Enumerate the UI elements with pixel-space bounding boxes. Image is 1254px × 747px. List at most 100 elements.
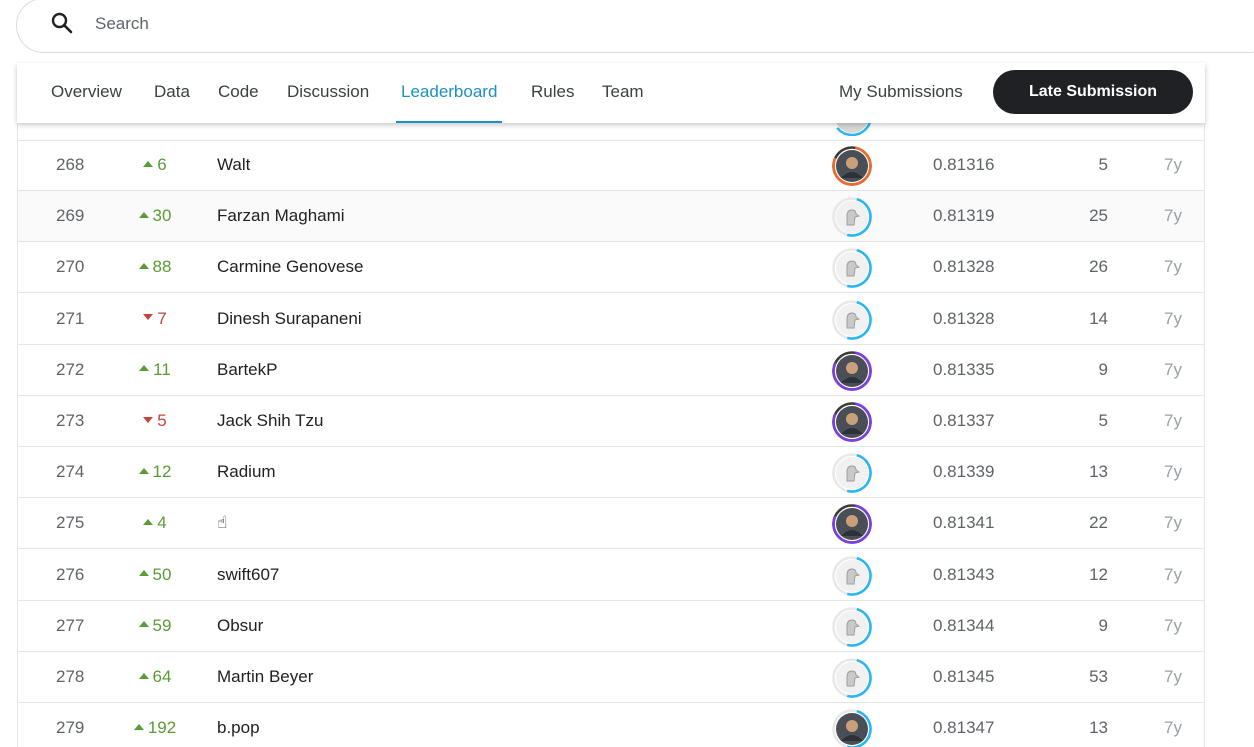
arrow-up-icon: [138, 467, 149, 474]
team-name-link[interactable]: Dinesh Surapaneni: [217, 309, 362, 329]
rank-change-value: 5: [157, 411, 167, 430]
last-submission-cell: 7y: [1164, 359, 1182, 379]
score-cell: 0.81328: [933, 257, 995, 277]
rank-change-value: 11: [153, 359, 171, 379]
table-row[interactable]: 279 192 b.pop 0.81347 13 7y: [18, 703, 1204, 747]
score-cell: 0.81343: [933, 564, 995, 584]
team-name-link[interactable]: Carmine Genovese: [217, 257, 363, 277]
leaderboard-table: 268 6 Walt 0.81316 5 7y 269 30 Farzan Maghami 0.8…: [17, 96, 1205, 747]
tab-overview[interactable]: Overview: [51, 63, 122, 121]
rank-change-value: 50: [152, 564, 172, 584]
photo-avatar[interactable]: [832, 504, 872, 545]
entries-cell: 53: [1089, 667, 1108, 686]
arrow-up-icon: [138, 211, 149, 218]
rank-change-value: 64: [152, 667, 172, 686]
last-submission-cell: 7y: [1164, 155, 1182, 174]
entries-cell: 9: [1098, 359, 1108, 379]
tab-rules[interactable]: Rules: [531, 63, 574, 121]
table-row[interactable]: 275 4 ☝ 0.81341 22 7y: [18, 498, 1204, 550]
default-avatar[interactable]: [832, 658, 872, 698]
default-avatar[interactable]: [832, 555, 872, 596]
search-bar[interactable]: [16, 0, 1254, 53]
rank-change: 11: [130, 360, 180, 380]
rank-cell: 275: [56, 513, 85, 533]
arrow-up-icon: [133, 723, 144, 730]
score-cell: 0.81328: [933, 308, 995, 328]
search-icon[interactable]: [50, 11, 74, 35]
rank-change: 5: [130, 411, 180, 431]
last-submission-cell: 7y: [1164, 615, 1182, 635]
rank-cell: 272: [56, 359, 85, 379]
last-submission-cell: 7y: [1164, 206, 1182, 226]
score-cell: 0.81337: [933, 411, 995, 430]
table-row[interactable]: 273 5 Jack Shih Tzu 0.81337 5 7y: [18, 396, 1204, 447]
table-row[interactable]: 272 11 BartekP 0.81335 9 7y: [18, 345, 1204, 396]
score-cell: 0.81319: [933, 206, 995, 226]
rank-change: 50: [130, 565, 180, 585]
tab-data[interactable]: Data: [154, 63, 190, 121]
team-name-link[interactable]: BartekP: [217, 360, 277, 380]
rank-change: 59: [130, 616, 180, 636]
tab-leaderboard[interactable]: Leaderboard: [396, 63, 503, 123]
rank-change: 88: [130, 257, 180, 277]
photo-avatar[interactable]: [832, 146, 872, 186]
arrow-up-icon: [139, 365, 150, 372]
last-submission-cell: 7y: [1164, 308, 1182, 328]
late-submission-button[interactable]: Late Submission: [993, 70, 1193, 114]
rank-change-value: 192: [147, 718, 177, 738]
team-name-link[interactable]: Radium: [217, 462, 276, 482]
my-submissions-link[interactable]: My Submissions: [839, 63, 963, 121]
table-row[interactable]: 276 50 swift607 0.81343 12 7y: [18, 550, 1204, 601]
rank-change: 12: [130, 462, 180, 482]
rank-cell: 279: [56, 718, 85, 738]
tab-team[interactable]: Team: [602, 63, 644, 121]
table-row[interactable]: 271 7 Dinesh Surapaneni 0.81328 14 7y: [18, 294, 1204, 345]
arrow-down-icon: [143, 314, 154, 321]
tab-code[interactable]: Code: [218, 63, 259, 121]
team-name-link[interactable]: Obsur: [217, 616, 263, 636]
last-submission-cell: 7y: [1164, 257, 1182, 277]
rank-change: 30: [130, 206, 180, 226]
team-name-link[interactable]: Farzan Maghami: [217, 206, 345, 226]
arrow-up-icon: [143, 518, 154, 525]
default-avatar[interactable]: [832, 299, 872, 340]
tab-discussion[interactable]: Discussion: [287, 63, 369, 121]
team-name-link[interactable]: b.pop: [217, 718, 260, 738]
table-row[interactable]: 277 59 Obsur 0.81344 9 7y: [18, 601, 1204, 652]
table-row[interactable]: 274 12 Radium 0.81339 13 7y: [18, 447, 1204, 499]
rank-change-value: 6: [157, 155, 167, 174]
rank-change-value: 30: [152, 206, 172, 226]
last-submission-cell: 7y: [1164, 462, 1182, 482]
team-name-link[interactable]: Walt: [217, 155, 250, 175]
table-row[interactable]: 270 88 Carmine Genovese 0.81328 26 7y: [18, 242, 1204, 294]
team-name-link[interactable]: ☝: [217, 513, 227, 533]
score-cell: 0.81341: [933, 513, 995, 533]
rank-cell: 276: [56, 564, 85, 584]
table-row[interactable]: 269 30 Farzan Maghami 0.81319 25 7y: [18, 191, 1204, 243]
table-row[interactable]: 278 64 Martin Beyer 0.81345 53 7y: [18, 652, 1204, 703]
arrow-down-icon: [143, 416, 154, 423]
rank-change-value: 12: [152, 462, 172, 482]
team-name-link[interactable]: Martin Beyer: [217, 667, 313, 687]
default-avatar[interactable]: [832, 606, 872, 647]
team-name-link[interactable]: Jack Shih Tzu: [217, 411, 323, 431]
score-cell: 0.81335: [933, 359, 995, 379]
last-submission-cell: 7y: [1164, 564, 1182, 584]
entries-cell: 13: [1089, 462, 1108, 482]
photo-avatar[interactable]: [832, 709, 872, 747]
rank-change: 7: [130, 309, 180, 329]
score-cell: 0.81347: [933, 718, 995, 738]
score-cell: 0.81345: [933, 667, 995, 686]
default-avatar[interactable]: [832, 248, 872, 289]
rank-change-value: 7: [157, 308, 167, 328]
entries-cell: 12: [1089, 564, 1108, 584]
search-input[interactable]: [93, 9, 697, 39]
photo-avatar[interactable]: [832, 402, 872, 442]
team-name-link[interactable]: swift607: [217, 565, 279, 585]
score-cell: 0.81316: [933, 155, 995, 174]
default-avatar[interactable]: [832, 453, 872, 493]
last-submission-cell: 7y: [1164, 513, 1182, 533]
table-row[interactable]: 268 6 Walt 0.81316 5 7y: [18, 140, 1204, 191]
photo-avatar[interactable]: [832, 350, 872, 391]
default-avatar[interactable]: [832, 197, 872, 237]
